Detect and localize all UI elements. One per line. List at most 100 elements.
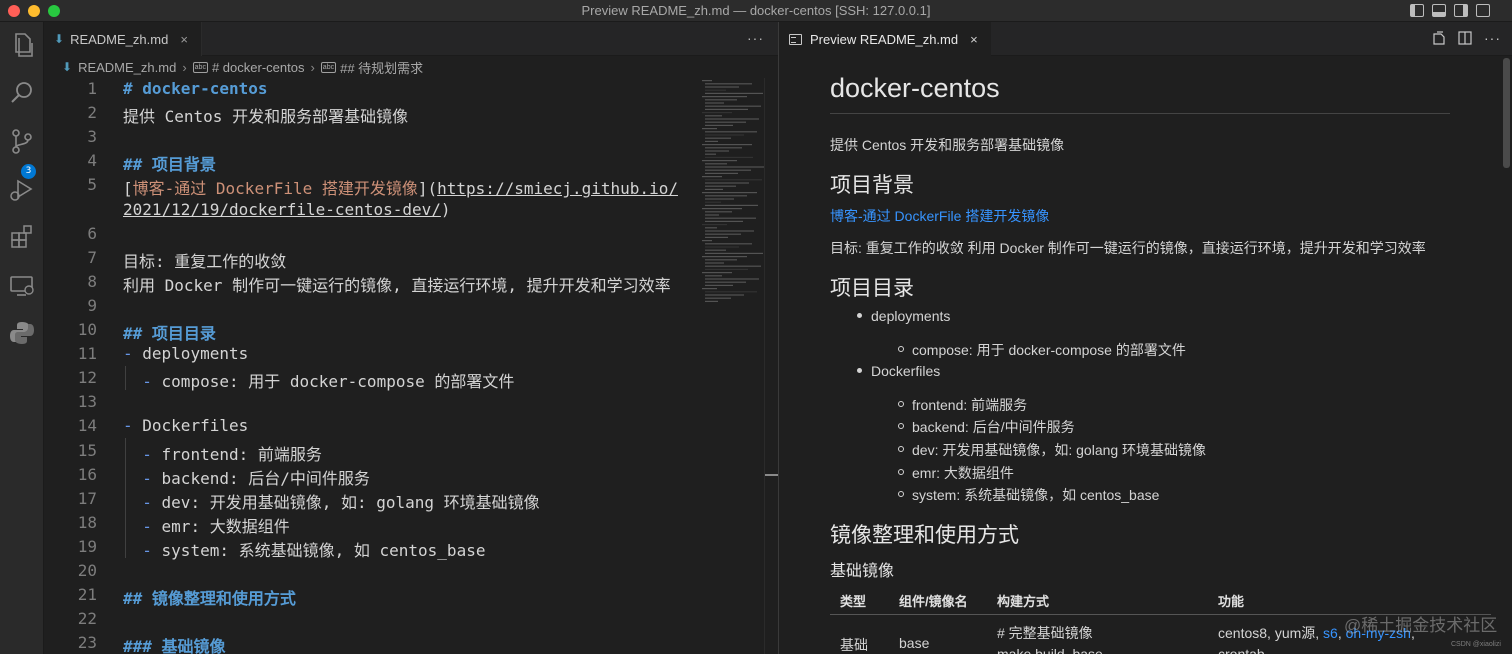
minimap-line [705, 118, 759, 120]
tab-label: README_zh.md [70, 31, 169, 47]
close-tab-icon[interactable]: × [180, 32, 188, 47]
minimap-line [705, 105, 761, 107]
minimap-line [705, 92, 763, 94]
minimap-line [705, 102, 724, 104]
minimap-line [705, 201, 721, 203]
split-editor-icon[interactable] [1457, 30, 1473, 49]
table-header: 功能 [1218, 594, 1245, 609]
bullet-icon [857, 312, 862, 318]
code-line[interactable]: ### 基础镜像 [123, 633, 226, 654]
editor-scrollbar[interactable] [764, 78, 779, 654]
toggle-primary-sidebar-icon[interactable] [1410, 4, 1424, 17]
minimap-line [705, 249, 726, 251]
open-source-icon[interactable] [1431, 30, 1447, 49]
code-line[interactable]: - frontend: 前端服务 [123, 441, 322, 465]
minimap-line [702, 240, 712, 242]
customize-layout-icon[interactable] [1476, 4, 1490, 17]
line-number: 2 [87, 103, 97, 123]
close-tab-icon[interactable]: × [970, 32, 978, 47]
explorer-icon[interactable] [6, 29, 38, 61]
list-item: dev: 开发用基础镜像，如: golang 环境基础镜像 [898, 440, 1206, 460]
search-icon[interactable] [6, 77, 38, 109]
line-number: 14 [77, 416, 97, 436]
code-line[interactable]: - Dockerfiles [123, 416, 248, 435]
code-line[interactable]: - deployments [123, 344, 248, 363]
code-line[interactable]: 提供 Centos 开发和服务部署基础镜像 [123, 103, 408, 127]
table-cell-build: # 完整基础镜像 [997, 625, 1093, 641]
minimap-line [705, 131, 757, 133]
code-line[interactable]: 利用 Docker 制作可一键运行的镜像, 直接运行环境, 提升开发和学习效率 [123, 272, 671, 296]
minimap-line [705, 236, 728, 238]
s6-link[interactable]: s6 [1323, 625, 1338, 641]
code-line[interactable]: 2021/12/19/dockerfile-centos-dev/) [123, 200, 451, 219]
minimap-line [705, 300, 718, 302]
minimap-line [702, 96, 747, 98]
toggle-panel-icon[interactable] [1432, 4, 1446, 17]
left-tab-bar: ⬇ README_zh.md × ··· [44, 22, 778, 56]
line-number: 3 [87, 127, 97, 147]
code-line[interactable]: - dev: 开发用基础镜像, 如: golang 环境基础镜像 [123, 489, 539, 513]
code-line[interactable]: - compose: 用于 docker-compose 的部署文件 [123, 368, 514, 392]
run-debug-icon[interactable] [6, 173, 38, 205]
line-number: 22 [77, 609, 97, 629]
tab-preview-readme[interactable]: Preview README_zh.md × [779, 22, 991, 56]
more-actions-icon[interactable]: ··· [1484, 30, 1501, 46]
minimap-line [705, 83, 752, 85]
remote-explorer-icon[interactable] [6, 269, 38, 301]
breadcrumb-symbol-2[interactable]: ## 待规划需求 [340, 58, 423, 77]
line-number: 17 [77, 488, 97, 508]
code-line[interactable]: ## 镜像整理和使用方式 [123, 585, 296, 609]
minimap-line [705, 284, 733, 286]
minimap-line [705, 246, 739, 248]
breadcrumb: ⬇ README_zh.md › abc # docker-centos › a… [44, 56, 778, 78]
preview-intro: 提供 Centos 开发和服务部署基础镜像 [830, 137, 1065, 153]
extensions-icon[interactable] [6, 221, 38, 253]
markdown-preview[interactable]: docker-centos 提供 Centos 开发和服务部署基础镜像 项目背景… [779, 56, 1500, 654]
toggle-secondary-sidebar-icon[interactable] [1454, 4, 1468, 17]
minimap[interactable] [700, 78, 764, 308]
line-number: 10 [77, 320, 97, 339]
markdown-file-icon: ⬇ [62, 60, 73, 74]
title-rule [830, 113, 1450, 114]
line-number: 8 [87, 271, 97, 291]
table-cell-feature: crontab [1218, 646, 1265, 654]
minimap-line [702, 144, 752, 146]
line-number: 11 [77, 344, 97, 364]
minimap-line [702, 128, 717, 130]
line-number: 12 [77, 368, 97, 388]
code-editor[interactable]: 1 # docker-centos 2 提供 Centos 开发和服务部署基础镜像 3 4… [44, 78, 764, 654]
blog-link[interactable]: 博客-通过 DockerFile 搭建开发镜像 [830, 206, 1049, 226]
breadcrumb-file[interactable]: README_zh.md [78, 60, 176, 75]
code-line[interactable]: ## 项目目录 [123, 320, 216, 344]
list-item: compose: 用于 docker-compose 的部署文件 [898, 340, 1186, 360]
more-actions-icon[interactable]: ··· [747, 30, 764, 46]
minimap-line [702, 176, 722, 178]
table-cell-build: make build_base [997, 646, 1103, 654]
code-line[interactable]: # docker-centos [123, 79, 268, 98]
code-line[interactable]: - emr: 大数据组件 [123, 513, 289, 537]
minimap-line [705, 265, 761, 267]
tab-readme-zh[interactable]: ⬇ README_zh.md × [44, 22, 202, 56]
bullet-icon [898, 469, 904, 476]
minimap-line [705, 108, 748, 110]
list-item: frontend: 前端服务 [898, 395, 1027, 415]
preview-scrollbar[interactable] [1500, 56, 1512, 654]
breadcrumb-symbol-1[interactable]: # docker-centos [212, 60, 305, 75]
list-item: emr: 大数据组件 [898, 463, 1014, 483]
code-line[interactable]: - backend: 后台/中间件服务 [123, 465, 370, 489]
minimap-line [705, 185, 736, 187]
minimap-line [702, 224, 727, 226]
minimap-line [705, 124, 733, 126]
scrollbar-thumb[interactable] [1503, 58, 1510, 168]
code-line[interactable]: ## 项目背景 [123, 151, 216, 175]
code-line[interactable]: - system: 系统基础镜像, 如 centos_base [123, 537, 485, 561]
python-icon[interactable] [6, 317, 38, 349]
minimap-line [705, 150, 729, 152]
line-number: 19 [77, 536, 97, 556]
minimap-line [705, 179, 762, 181]
source-control-icon[interactable] [6, 125, 38, 157]
minimap-line [705, 182, 749, 184]
string-symbol-icon: abc [192, 61, 208, 73]
code-line[interactable]: [博客-通过 DockerFile 搭建开发镜像](https://smiecj… [123, 175, 678, 199]
code-line[interactable]: 目标: 重复工作的收敛 [123, 248, 286, 272]
